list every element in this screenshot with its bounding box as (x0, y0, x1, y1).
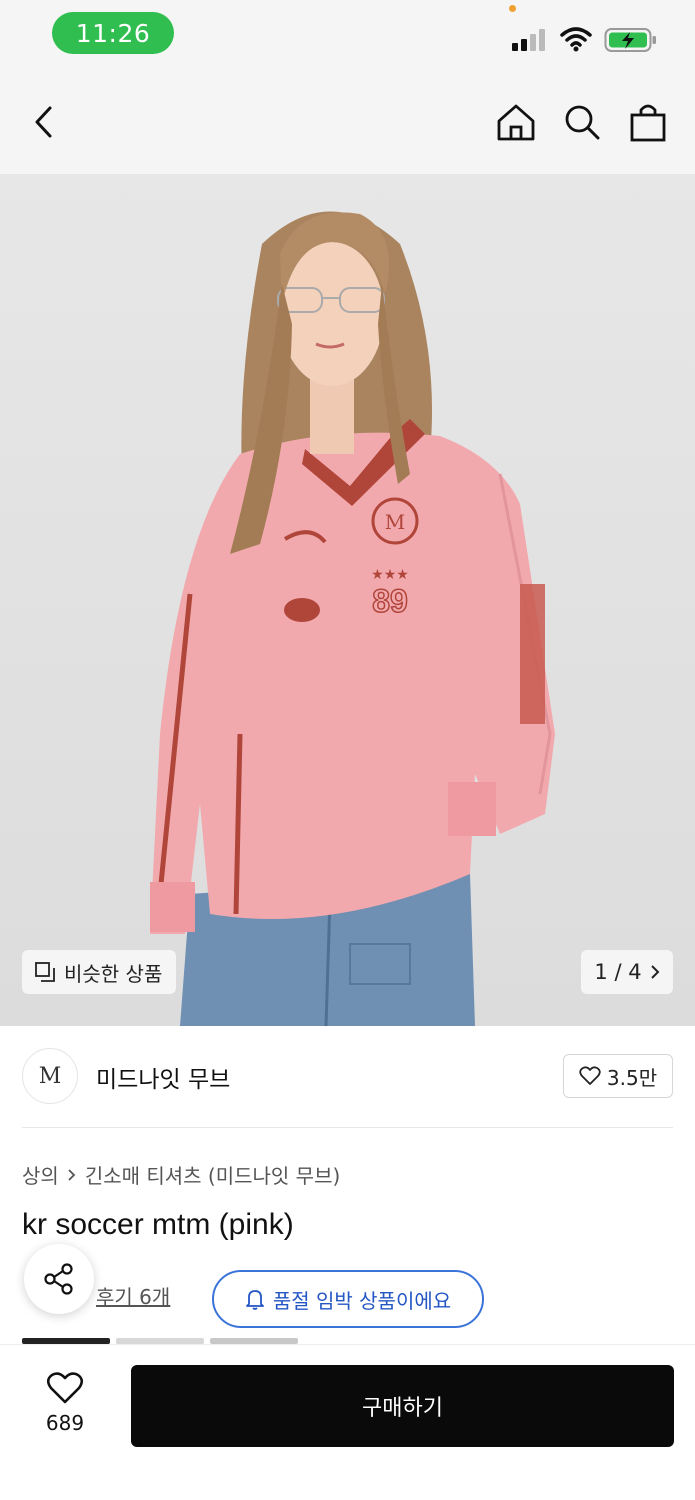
brand-logo-text: M (38, 1063, 62, 1089)
breadcrumb-category[interactable]: 상의 (22, 1160, 59, 1189)
similar-items-icon (35, 962, 55, 982)
home-icon (497, 104, 535, 141)
heart-icon (46, 1372, 84, 1404)
chevron-right-icon (68, 1168, 76, 1181)
buy-button[interactable]: 구매하기 (131, 1365, 674, 1447)
soldout-notice: 품절 임박 상품이에요 (212, 1270, 484, 1328)
top-nav (0, 70, 695, 174)
heart-icon (579, 1066, 601, 1085)
brand-like-count: 3.5만 (606, 1065, 658, 1090)
home-button[interactable] (494, 100, 538, 144)
product-image-carousel[interactable]: M ★★★ 89 비슷한 상품 1 / 4 (0, 174, 695, 1026)
bell-icon (245, 1290, 264, 1310)
section-divider (22, 1127, 673, 1128)
soldout-notice-text: 품절 임박 상품이에요 (272, 1288, 452, 1313)
back-button[interactable] (22, 100, 66, 144)
brand-row: M 미드나잇 무브 3.5만 (0, 1026, 695, 1126)
wishlist-button[interactable]: 689 (30, 1371, 100, 1435)
search-button[interactable] (560, 100, 604, 144)
brand-logo[interactable]: M (22, 1048, 78, 1104)
cellular-signal-icon (512, 29, 545, 51)
image-page-indicator[interactable]: 1 / 4 (581, 950, 673, 994)
status-time: 11:26 (52, 12, 174, 54)
brand-name[interactable]: 미드나잇 무브 (96, 1060, 230, 1094)
bottom-action-bar: 689 구매하기 (0, 1344, 695, 1500)
product-title: kr soccer mtm (pink) (22, 1208, 294, 1241)
product-photo: M ★★★ 89 (150, 211, 555, 1026)
page-indicator-text: 1 / 4 (594, 960, 642, 984)
breadcrumb-subcategory[interactable]: 긴소매 티셔츠 (미드나잇 무브) (85, 1160, 340, 1189)
svg-text:M: M (385, 510, 405, 534)
shopping-bag-icon (630, 104, 666, 142)
battery-charging-icon (604, 28, 656, 52)
share-button[interactable] (24, 1244, 94, 1314)
wifi-icon (560, 27, 592, 52)
cart-button[interactable] (626, 100, 670, 144)
status-bar: 11:26 (0, 0, 695, 70)
wishlist-count: 689 (45, 1411, 85, 1435)
privacy-dot (509, 5, 516, 12)
chevron-left-icon (35, 106, 52, 138)
similar-items-button[interactable]: 비슷한 상품 (22, 950, 177, 994)
svg-text:★★★: ★★★ (371, 567, 409, 583)
review-link[interactable]: 후기 6개 (96, 1281, 170, 1310)
similar-items-label: 비슷한 상품 (64, 961, 163, 986)
jersey-number-text: 89 (372, 583, 408, 619)
brand-like-button[interactable]: 3.5만 (563, 1054, 673, 1098)
breadcrumb: 상의 긴소매 티셔츠 (미드나잇 무브) (22, 1160, 340, 1189)
search-icon (565, 105, 600, 140)
chevron-right-icon (650, 965, 659, 979)
share-icon (44, 1263, 73, 1295)
